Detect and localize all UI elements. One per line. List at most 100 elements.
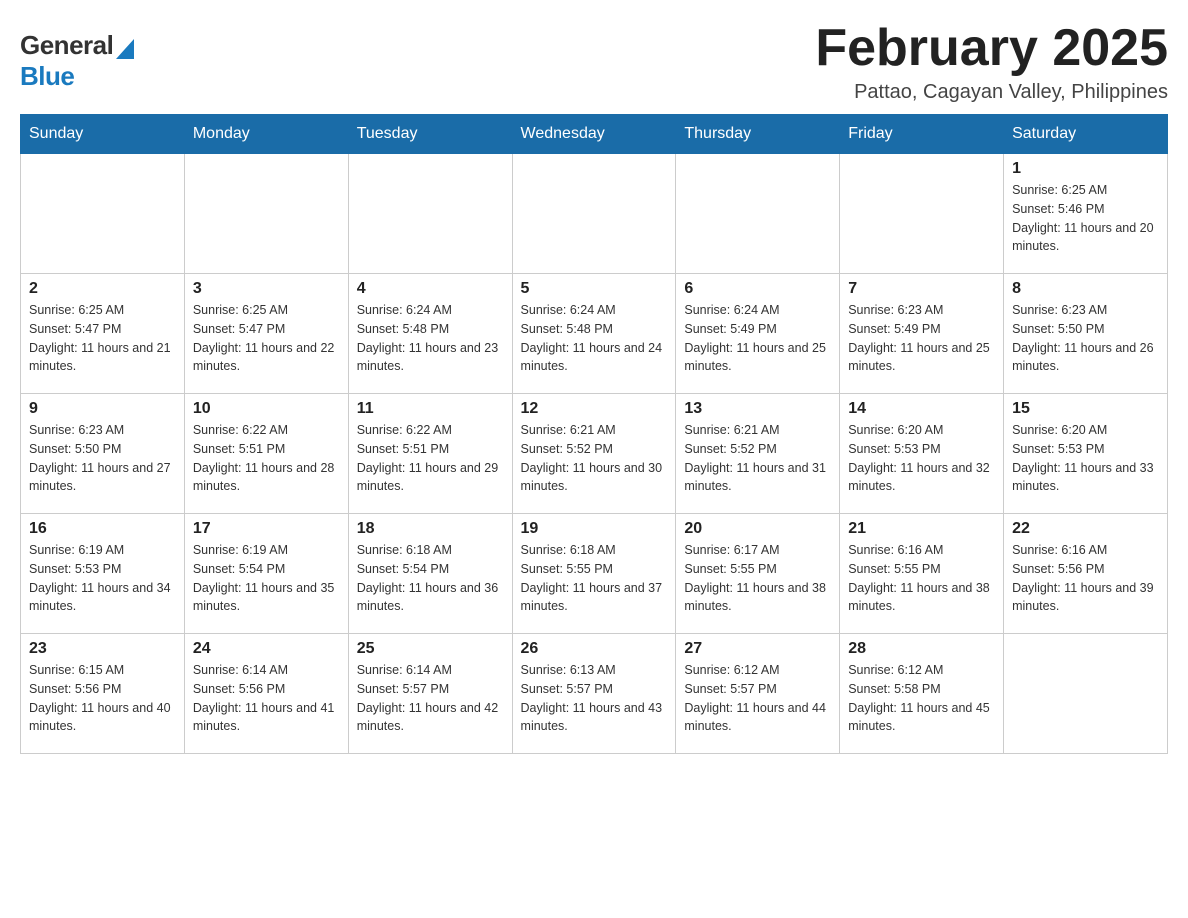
- day-info: Sunrise: 6:22 AMSunset: 5:51 PMDaylight:…: [193, 421, 340, 496]
- table-row: [1004, 634, 1168, 754]
- day-number: 19: [521, 520, 668, 538]
- table-row: [21, 154, 185, 274]
- day-info: Sunrise: 6:12 AMSunset: 5:57 PMDaylight:…: [684, 661, 831, 736]
- day-number: 26: [521, 640, 668, 658]
- calendar-week-row: 1 Sunrise: 6:25 AMSunset: 5:46 PMDaylight…: [21, 154, 1168, 274]
- day-number: 3: [193, 280, 340, 298]
- table-row: 7 Sunrise: 6:23 AMSunset: 5:49 PMDaylight…: [840, 274, 1004, 394]
- table-row: 2 Sunrise: 6:25 AMSunset: 5:47 PMDaylight…: [21, 274, 185, 394]
- day-info: Sunrise: 6:16 AMSunset: 5:55 PMDaylight:…: [848, 541, 995, 616]
- calendar-week-row: 23 Sunrise: 6:15 AMSunset: 5:56 PMDayligh…: [21, 634, 1168, 754]
- col-tuesday: Tuesday: [348, 115, 512, 154]
- table-row: 8Sunrise: 6:23 AMSunset: 5:50 PMDaylight…: [1004, 274, 1168, 394]
- day-number: 15: [1012, 400, 1159, 418]
- table-row: [676, 154, 840, 274]
- day-info: Sunrise: 6:24 AMSunset: 5:48 PMDaylight:…: [521, 301, 668, 376]
- col-thursday: Thursday: [676, 115, 840, 154]
- table-row: 14Sunrise: 6:20 AMSunset: 5:53 PMDayligh…: [840, 394, 1004, 514]
- day-number: 2: [29, 280, 176, 298]
- table-row: 27 Sunrise: 6:12 AMSunset: 5:57 PMDayligh…: [676, 634, 840, 754]
- logo-blue: Blue: [20, 61, 74, 92]
- table-row: 25 Sunrise: 6:14 AMSunset: 5:57 PMDayligh…: [348, 634, 512, 754]
- day-info: Sunrise: 6:19 AMSunset: 5:53 PMDaylight:…: [29, 541, 176, 616]
- day-number: 8: [1012, 280, 1159, 298]
- day-info: Sunrise: 6:23 AMSunset: 5:49 PMDaylight:…: [848, 301, 995, 376]
- col-monday: Monday: [184, 115, 348, 154]
- day-number: 27: [684, 640, 831, 658]
- day-number: 22: [1012, 520, 1159, 538]
- day-info: Sunrise: 6:14 AMSunset: 5:56 PMDaylight:…: [193, 661, 340, 736]
- day-info: Sunrise: 6:20 AMSunset: 5:53 PMDaylight:…: [848, 421, 995, 496]
- table-row: 5Sunrise: 6:24 AMSunset: 5:48 PMDaylight…: [512, 274, 676, 394]
- table-row: 20 Sunrise: 6:17 AMSunset: 5:55 PMDayligh…: [676, 514, 840, 634]
- table-row: 6 Sunrise: 6:24 AMSunset: 5:49 PMDaylight…: [676, 274, 840, 394]
- day-info: Sunrise: 6:12 AMSunset: 5:58 PMDaylight:…: [848, 661, 995, 736]
- table-row: [184, 154, 348, 274]
- day-number: 10: [193, 400, 340, 418]
- day-number: 23: [29, 640, 176, 658]
- day-number: 18: [357, 520, 504, 538]
- table-row: 11Sunrise: 6:22 AMSunset: 5:51 PMDayligh…: [348, 394, 512, 514]
- col-friday: Friday: [840, 115, 1004, 154]
- table-row: 1 Sunrise: 6:25 AMSunset: 5:46 PMDaylight…: [1004, 154, 1168, 274]
- table-row: 22 Sunrise: 6:16 AMSunset: 5:56 PMDayligh…: [1004, 514, 1168, 634]
- table-row: 21 Sunrise: 6:16 AMSunset: 5:55 PMDayligh…: [840, 514, 1004, 634]
- table-row: 16 Sunrise: 6:19 AMSunset: 5:53 PMDayligh…: [21, 514, 185, 634]
- calendar-week-row: 9 Sunrise: 6:23 AMSunset: 5:50 PMDaylight…: [21, 394, 1168, 514]
- title-block: February 2025 Pattao, Cagayan Valley, Ph…: [815, 20, 1168, 104]
- page-header: General Blue February 2025 Pattao, Cagay…: [20, 20, 1168, 104]
- day-number: 7: [848, 280, 995, 298]
- day-number: 24: [193, 640, 340, 658]
- day-info: Sunrise: 6:24 AMSunset: 5:48 PMDaylight:…: [357, 301, 504, 376]
- day-info: Sunrise: 6:14 AMSunset: 5:57 PMDaylight:…: [357, 661, 504, 736]
- day-info: Sunrise: 6:25 AMSunset: 5:47 PMDaylight:…: [193, 301, 340, 376]
- day-info: Sunrise: 6:25 AMSunset: 5:47 PMDaylight:…: [29, 301, 176, 376]
- day-info: Sunrise: 6:24 AMSunset: 5:49 PMDaylight:…: [684, 301, 831, 376]
- table-row: [348, 154, 512, 274]
- day-info: Sunrise: 6:19 AMSunset: 5:54 PMDaylight:…: [193, 541, 340, 616]
- day-number: 20: [684, 520, 831, 538]
- page-subtitle: Pattao, Cagayan Valley, Philippines: [815, 81, 1168, 104]
- day-number: 9: [29, 400, 176, 418]
- table-row: 26 Sunrise: 6:13 AMSunset: 5:57 PMDayligh…: [512, 634, 676, 754]
- day-info: Sunrise: 6:17 AMSunset: 5:55 PMDaylight:…: [684, 541, 831, 616]
- table-row: 28 Sunrise: 6:12 AMSunset: 5:58 PMDayligh…: [840, 634, 1004, 754]
- table-row: 3 Sunrise: 6:25 AMSunset: 5:47 PMDaylight…: [184, 274, 348, 394]
- col-saturday: Saturday: [1004, 115, 1168, 154]
- logo: General Blue: [20, 30, 134, 92]
- day-info: Sunrise: 6:20 AMSunset: 5:53 PMDaylight:…: [1012, 421, 1159, 496]
- day-number: 4: [357, 280, 504, 298]
- day-number: 28: [848, 640, 995, 658]
- table-row: 13Sunrise: 6:21 AMSunset: 5:52 PMDayligh…: [676, 394, 840, 514]
- table-row: 19 Sunrise: 6:18 AMSunset: 5:55 PMDayligh…: [512, 514, 676, 634]
- day-number: 13: [684, 400, 831, 418]
- day-number: 25: [357, 640, 504, 658]
- col-wednesday: Wednesday: [512, 115, 676, 154]
- logo-general: General: [20, 30, 113, 61]
- day-info: Sunrise: 6:15 AMSunset: 5:56 PMDaylight:…: [29, 661, 176, 736]
- table-row: 9 Sunrise: 6:23 AMSunset: 5:50 PMDaylight…: [21, 394, 185, 514]
- table-row: 23 Sunrise: 6:15 AMSunset: 5:56 PMDayligh…: [21, 634, 185, 754]
- page-title: February 2025: [815, 20, 1168, 77]
- day-number: 6: [684, 280, 831, 298]
- calendar-header-row: Sunday Monday Tuesday Wednesday Thursday…: [21, 115, 1168, 154]
- calendar-week-row: 16 Sunrise: 6:19 AMSunset: 5:53 PMDayligh…: [21, 514, 1168, 634]
- day-info: Sunrise: 6:18 AMSunset: 5:55 PMDaylight:…: [521, 541, 668, 616]
- day-info: Sunrise: 6:25 AMSunset: 5:46 PMDaylight:…: [1012, 181, 1159, 256]
- table-row: 18Sunrise: 6:18 AMSunset: 5:54 PMDayligh…: [348, 514, 512, 634]
- day-info: Sunrise: 6:22 AMSunset: 5:51 PMDaylight:…: [357, 421, 504, 496]
- day-info: Sunrise: 6:13 AMSunset: 5:57 PMDaylight:…: [521, 661, 668, 736]
- table-row: 15 Sunrise: 6:20 AMSunset: 5:53 PMDayligh…: [1004, 394, 1168, 514]
- table-row: 10 Sunrise: 6:22 AMSunset: 5:51 PMDayligh…: [184, 394, 348, 514]
- logo-triangle-icon: [116, 39, 134, 59]
- calendar-week-row: 2 Sunrise: 6:25 AMSunset: 5:47 PMDaylight…: [21, 274, 1168, 394]
- day-number: 16: [29, 520, 176, 538]
- table-row: [512, 154, 676, 274]
- table-row: 24 Sunrise: 6:14 AMSunset: 5:56 PMDayligh…: [184, 634, 348, 754]
- day-number: 12: [521, 400, 668, 418]
- day-number: 21: [848, 520, 995, 538]
- day-info: Sunrise: 6:23 AMSunset: 5:50 PMDaylight:…: [29, 421, 176, 496]
- day-info: Sunrise: 6:21 AMSunset: 5:52 PMDaylight:…: [521, 421, 668, 496]
- day-info: Sunrise: 6:16 AMSunset: 5:56 PMDaylight:…: [1012, 541, 1159, 616]
- day-number: 1: [1012, 160, 1159, 178]
